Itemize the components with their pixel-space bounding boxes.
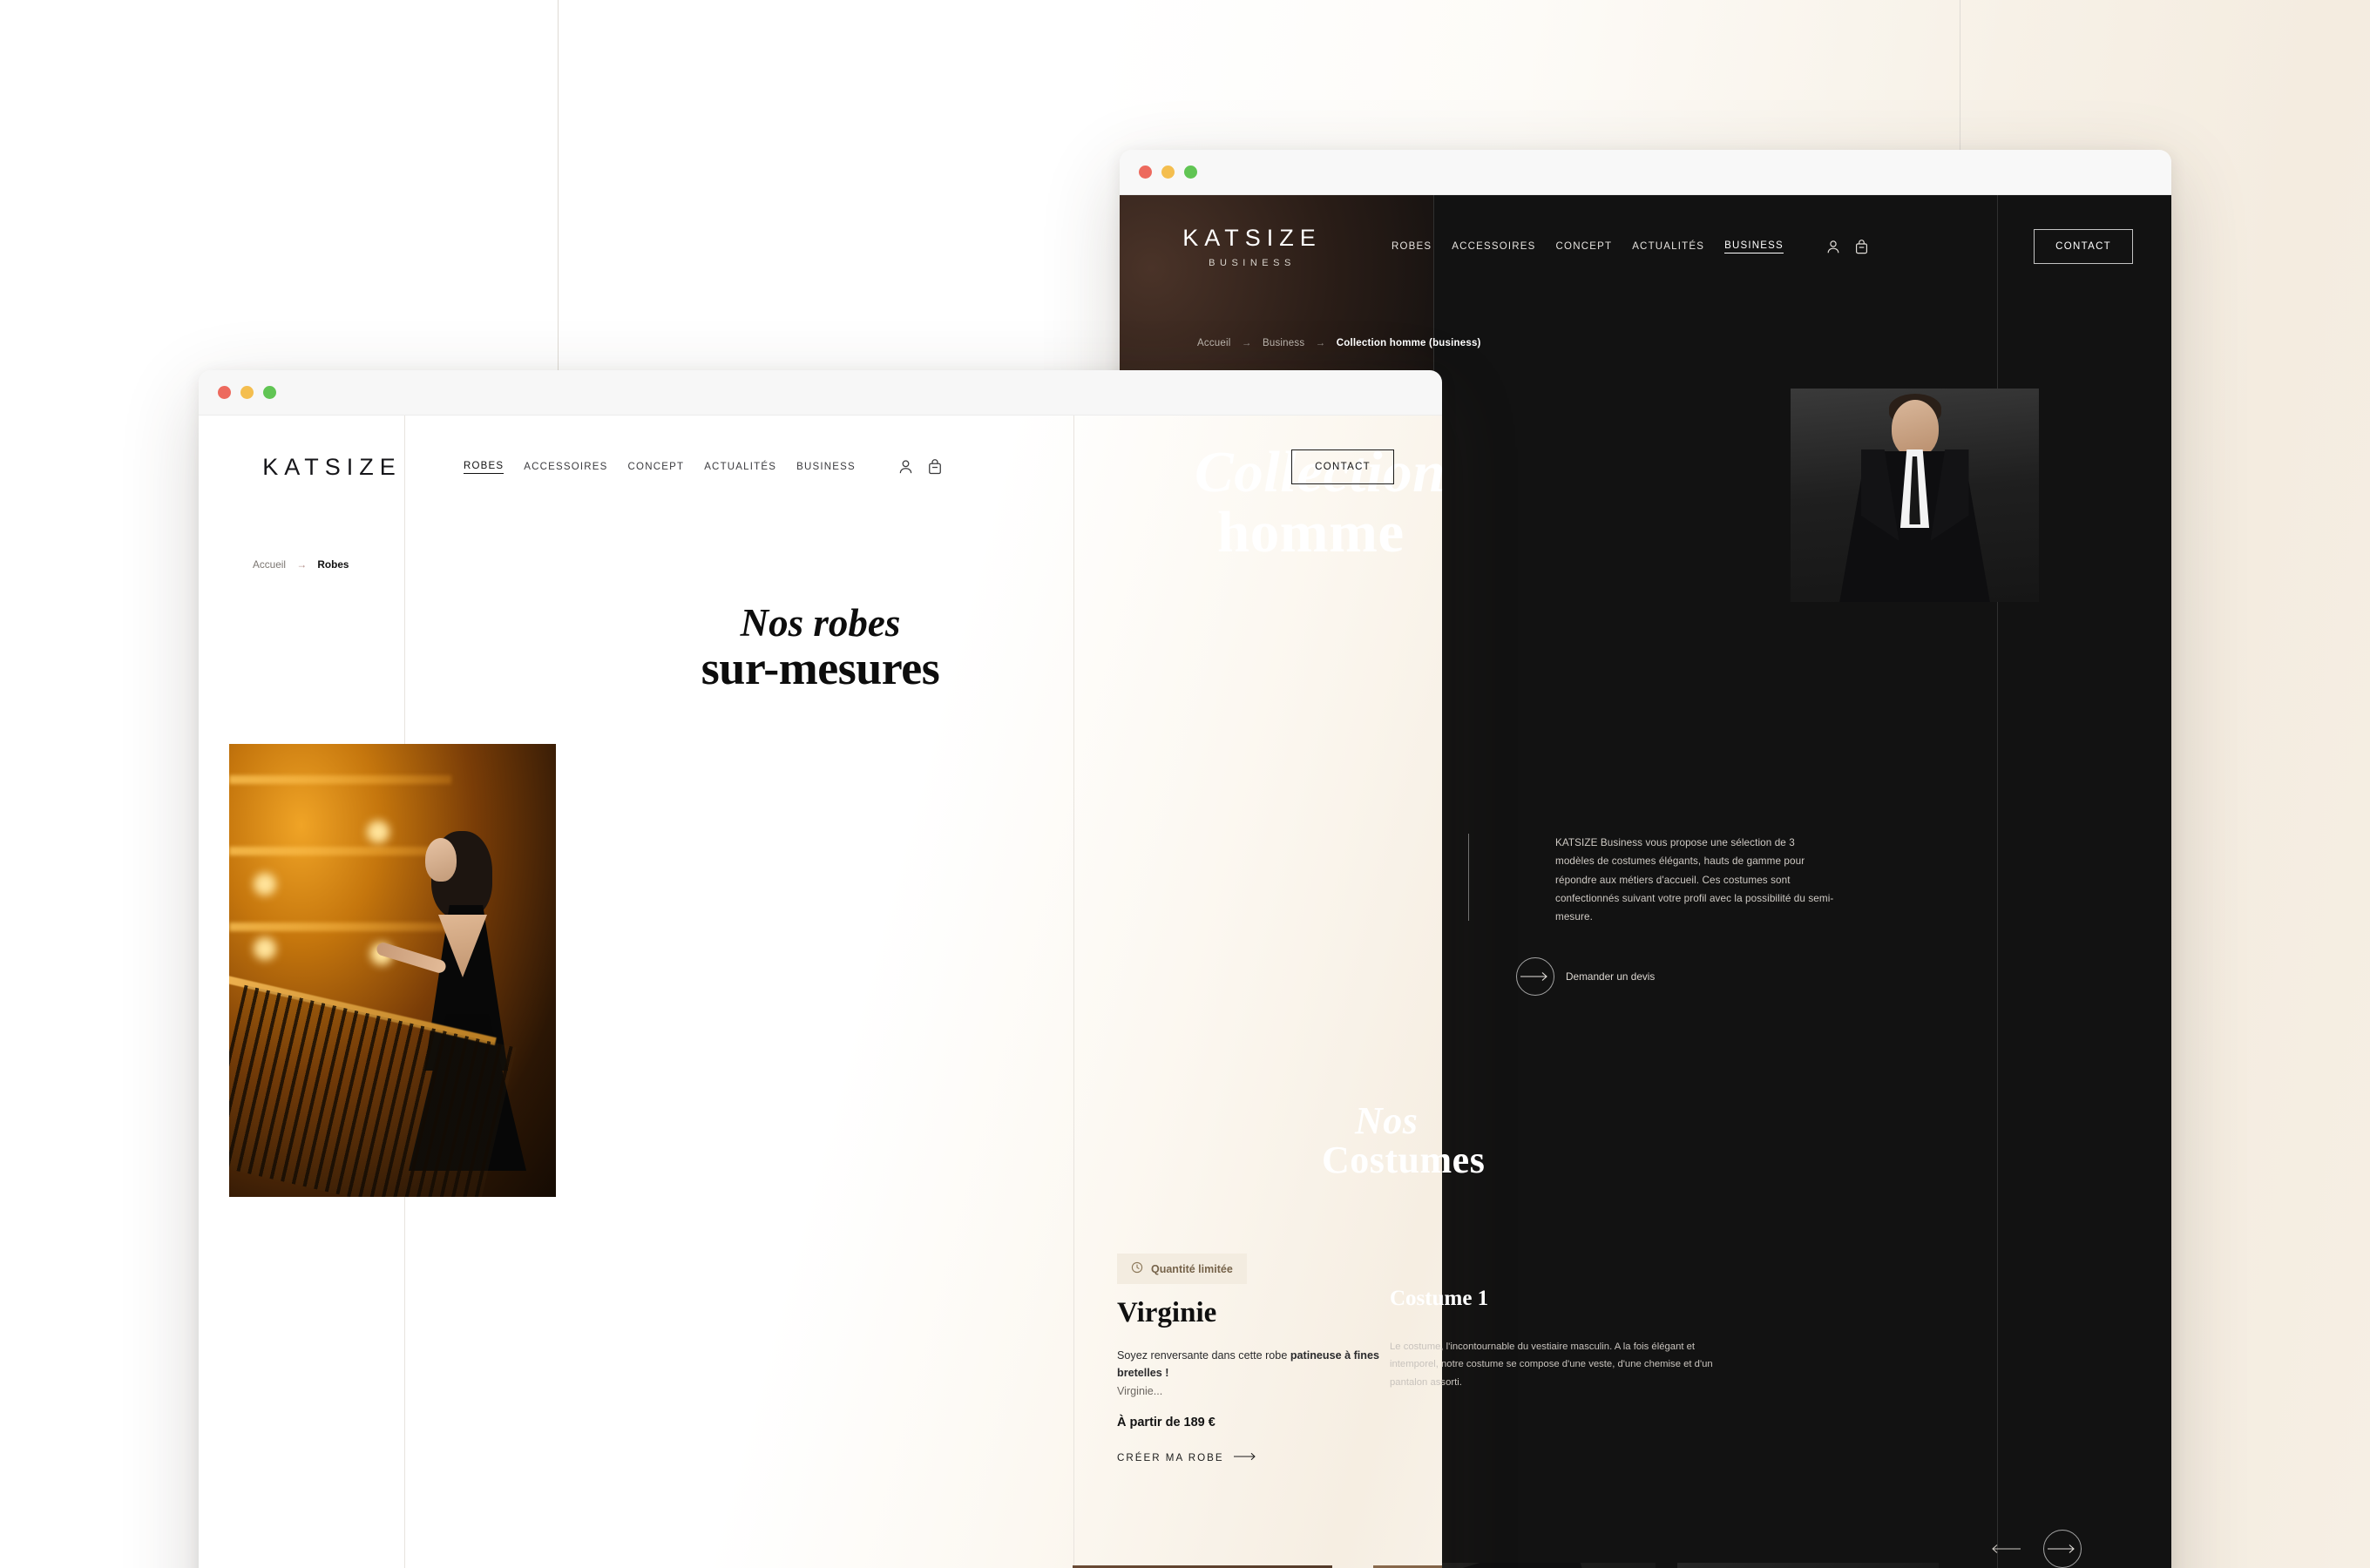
nav-item-accessoires[interactable]: ACCESSOIRES: [1452, 241, 1535, 252]
close-button-icon[interactable]: [1139, 166, 1152, 179]
contact-button-robes[interactable]: CONTACT: [1291, 449, 1394, 484]
hero-description-business: KATSIZE Business vous propose une sélect…: [1555, 837, 1834, 923]
hero-accent-rule: [1468, 834, 1469, 921]
traffic-lights-business: [1139, 166, 1197, 179]
business-site-header: KATSIZE BUSINESS ROBES ACCESSOIRES CONCE…: [1120, 195, 2171, 298]
breadcrumb-item-accueil[interactable]: Accueil: [253, 558, 286, 571]
costume-thumbnail-portrait[interactable]: [1677, 1563, 1939, 1568]
minimize-button-icon[interactable]: [240, 386, 254, 399]
page-title-line2: sur-mesures: [701, 641, 940, 694]
nav-item-actualites[interactable]: ACTUALITÉS: [1632, 241, 1704, 252]
nav-item-actualites[interactable]: ACTUALITÉS: [704, 462, 776, 472]
product-description-tail: Virginie...: [1117, 1384, 1163, 1397]
window-titlebar-robes: [199, 370, 1442, 416]
section-title-costumes: Nos Costumes: [1322, 1099, 1485, 1180]
breadcrumb-robes: Accueil → Robes: [253, 558, 349, 571]
breadcrumb-item-business[interactable]: Business: [1263, 338, 1304, 348]
logo-subtitle: BUSINESS: [1209, 258, 1296, 268]
nav-item-concept[interactable]: CONCEPT: [1556, 241, 1613, 252]
account-icon[interactable]: [1826, 240, 1840, 254]
header-icons-business: [1826, 239, 1868, 254]
breadcrumb-separator-icon: →: [296, 558, 308, 571]
logo-robes[interactable]: KATSIZE: [232, 454, 432, 481]
nav-item-business[interactable]: BUSINESS: [796, 462, 856, 472]
contact-button-business[interactable]: CONTACT: [2034, 229, 2133, 264]
product-name: Virginie: [1117, 1297, 1217, 1328]
hero-image-suit-portrait: [1791, 389, 2039, 602]
nav-item-business[interactable]: BUSINESS: [1724, 240, 1784, 253]
breadcrumb-current: Robes: [317, 558, 349, 571]
layout-divider-light-2: [1073, 416, 1074, 1568]
nav-item-concept[interactable]: CONCEPT: [628, 462, 685, 472]
create-dress-label: CRÉER MA ROBE: [1117, 1452, 1224, 1463]
arrow-right-icon: [1233, 1452, 1256, 1463]
carousel-prev-icon[interactable]: [1991, 1544, 2021, 1554]
traffic-lights-robes: [218, 386, 276, 399]
costume-carousel-nav: [1991, 1530, 2082, 1568]
nav-item-robes[interactable]: ROBES: [464, 461, 504, 474]
breadcrumb-separator-icon: →: [1241, 338, 1252, 348]
costume-item-name: Costume 1: [1390, 1287, 1489, 1310]
breadcrumb-separator-icon-2: →: [1315, 338, 1326, 348]
maximize-button-icon[interactable]: [1184, 166, 1197, 179]
product-price: À partir de 189 €: [1117, 1416, 1215, 1429]
minimize-button-icon[interactable]: [1161, 166, 1175, 179]
nav-item-accessoires[interactable]: ACCESSOIRES: [524, 462, 607, 472]
breadcrumb-item-accueil[interactable]: Accueil: [1197, 338, 1230, 348]
header-icons-robes: [898, 459, 942, 475]
robes-site-viewport: KATSIZE ROBES ACCESSOIRES CONCEPT ACTUAL…: [199, 416, 1442, 1568]
section-title-line1: Nos: [1355, 1099, 1419, 1142]
logo-wordmark: KATSIZE: [1182, 225, 1322, 251]
robes-site-header: KATSIZE ROBES ACCESSOIRES CONCEPT ACTUAL…: [199, 416, 1442, 518]
request-quote-button[interactable]: Demander un devis: [1516, 957, 1655, 996]
page-title-robes: Nos robes sur-mesures: [199, 603, 1442, 693]
carousel-next-icon[interactable]: [2043, 1530, 2082, 1568]
main-navigation-business: ROBES ACCESSOIRES CONCEPT ACTUALITÉS BUS…: [1392, 239, 1868, 254]
status-badge-label: Quantité limitée: [1151, 1262, 1233, 1275]
main-navigation-robes: ROBES ACCESSOIRES CONCEPT ACTUALITÉS BUS…: [464, 459, 942, 475]
section-title-line2: Costumes: [1322, 1139, 1486, 1182]
create-dress-button[interactable]: CRÉER MA ROBE: [1117, 1452, 1256, 1463]
costume-item-description: Le costume, l'incontournable du vestiair…: [1390, 1342, 1713, 1388]
cart-icon[interactable]: [1855, 239, 1868, 254]
logo-business[interactable]: KATSIZE BUSINESS: [1165, 225, 1339, 268]
clock-icon: [1131, 1261, 1143, 1276]
product-description: Soyez renversante dans cette robe patine…: [1117, 1347, 1426, 1400]
product-description-intro: Soyez renversante dans cette robe: [1117, 1349, 1290, 1362]
request-quote-label: Demander un devis: [1566, 970, 1656, 983]
breadcrumb-business: Accueil → Business → Collection homme (b…: [1197, 338, 1481, 348]
arrow-right-circle-icon: [1516, 957, 1554, 996]
nav-item-robes[interactable]: ROBES: [1392, 241, 1432, 252]
breadcrumb-current: Collection homme (business): [1336, 338, 1481, 348]
product-hero-image[interactable]: [229, 744, 556, 1197]
cart-icon[interactable]: [928, 459, 942, 475]
status-badge-limited-quantity: Quantité limitée: [1117, 1254, 1247, 1284]
window-titlebar-business: [1120, 150, 2171, 195]
maximize-button-icon[interactable]: [263, 386, 276, 399]
page-title-line1: Nos robes: [740, 601, 901, 645]
close-button-icon[interactable]: [218, 386, 231, 399]
account-icon[interactable]: [898, 459, 913, 475]
